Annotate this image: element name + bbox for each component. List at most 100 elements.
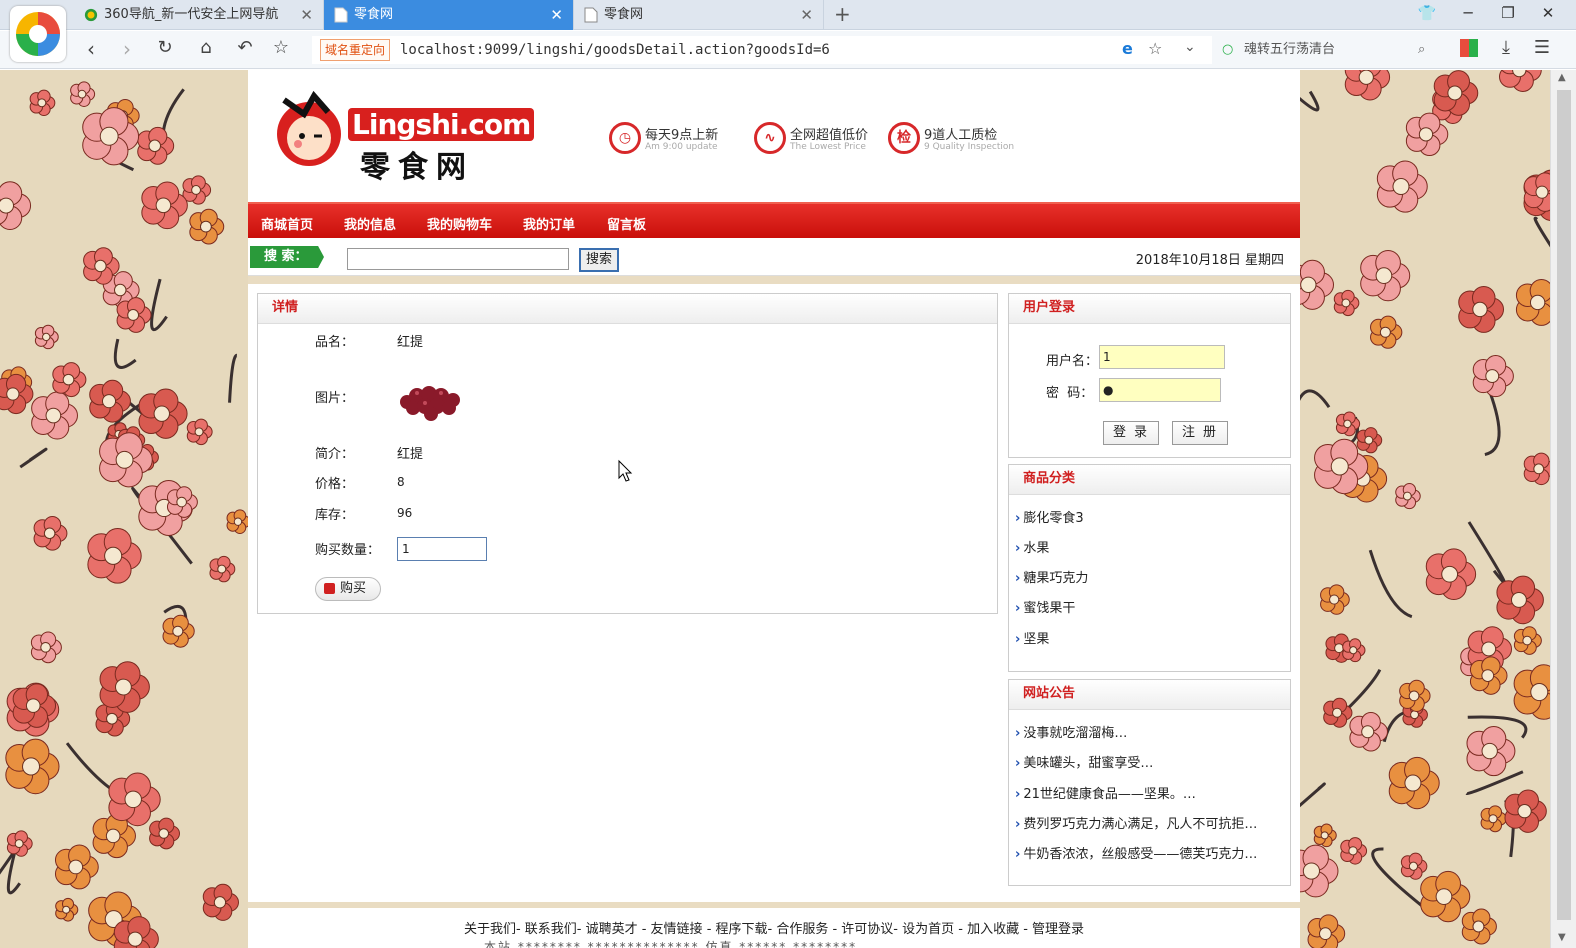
intro-value: 红提 [397, 447, 424, 462]
notice-item[interactable]: 21世纪健康食品——坚果。… [1015, 783, 1196, 802]
plum-blossom-background-left [0, 81, 248, 948]
buy-button[interactable]: 购买 [315, 577, 381, 601]
forward-icon[interactable]: › [114, 37, 140, 61]
intro-label: 简介： [315, 447, 355, 462]
scroll-down-icon[interactable]: ▼ [1558, 932, 1566, 943]
chevron-down-icon[interactable]: ⌄ [1184, 39, 1196, 55]
browser-search[interactable]: ○ 魂转五行荡清台 ⌕ [1218, 36, 1442, 64]
menu-my-info[interactable]: 我的信息 [344, 214, 396, 233]
category-item[interactable]: 膨化零食3 [1015, 507, 1083, 526]
home-icon[interactable]: ⌂ [193, 37, 219, 58]
notice-item[interactable]: 牛奶香浓浓，丝般感受——德芙巧克力… [1015, 843, 1257, 862]
menu-home[interactable]: 商城首页 [261, 214, 313, 233]
panel-title: 用户登录 [1009, 294, 1290, 324]
browser-logo[interactable] [10, 6, 66, 62]
shirt-icon[interactable]: 👕 [1415, 4, 1439, 22]
cart-icon [324, 583, 335, 594]
category-item[interactable]: 水果 [1015, 537, 1049, 556]
apps-icon[interactable] [1460, 39, 1478, 57]
current-date: 2018年10月18日 星期四 [1135, 253, 1284, 268]
redirect-badge[interactable]: 域名重定向 [320, 39, 391, 61]
browser-search-placeholder: 魂转五行荡清台 [1244, 42, 1336, 57]
name-value: 红提 [397, 335, 424, 350]
site-searchbar: 搜 索： 搜索 2018年10月18日 星期四 [248, 238, 1300, 276]
back-icon[interactable]: ‹ [78, 37, 104, 61]
product-image[interactable] [397, 374, 465, 426]
close-icon[interactable]: ✕ [300, 0, 313, 30]
undo-icon[interactable]: ↶ [232, 37, 258, 58]
menu-my-cart[interactable]: 我的购物车 [427, 214, 492, 233]
login-button[interactable]: 登录 [1103, 421, 1159, 445]
category-panel: 商品分类 膨化零食3 水果 糖果巧克力 蜜饯果干 坚果 [1008, 464, 1291, 672]
price-value: 8 [397, 475, 405, 489]
tab-lingshi-active[interactable]: 零食网 ✕ [324, 0, 574, 30]
menu-icon[interactable]: ☰ [1529, 37, 1555, 58]
username-label: 用户名： [1046, 354, 1099, 369]
browser-navbar: ‹ › ↻ ⌂ ↶ ☆ 域名重定向 localhost:9099/lingshi… [0, 31, 1576, 69]
close-icon[interactable]: ✕ [800, 0, 813, 30]
price-down-icon: ∿ [754, 122, 786, 154]
tab-label: 零食网 [604, 7, 644, 22]
page-scrollbar[interactable]: ▲ ▼ [1550, 70, 1576, 948]
search-input[interactable] [347, 248, 569, 270]
buy-button-label: 购买 [340, 581, 367, 596]
mascot-logo-icon[interactable] [264, 82, 354, 172]
product-detail-panel: 详情 品名： 红提 图片： 简介： 红提 价格： 8 库存： 96 购买数量： … [257, 293, 998, 614]
scrollbar-thumb[interactable] [1557, 90, 1571, 920]
tab-360-nav[interactable]: 360导航_新一代安全上网导航 ✕ [74, 0, 324, 30]
ie-icon[interactable]: e [1122, 39, 1133, 58]
search-engine-icon: ○ [1222, 42, 1234, 57]
mouse-cursor-icon [618, 459, 633, 482]
register-button[interactable]: 注册 [1172, 421, 1228, 445]
quantity-label: 购买数量： [315, 543, 381, 558]
close-icon[interactable]: ✕ [550, 0, 563, 30]
tab-label: 360导航_新一代安全上网导航 [104, 7, 279, 22]
star-icon[interactable]: ☆ [268, 37, 294, 58]
password-label: 密 码： [1046, 386, 1094, 401]
notice-item[interactable]: 美味罐头，甜蜜享受… [1015, 752, 1153, 771]
category-item[interactable]: 坚果 [1015, 628, 1049, 647]
footer-copyright: 本站 ******** ************** 仿真 ****** ***… [484, 940, 858, 948]
menu-my-orders[interactable]: 我的订单 [523, 214, 575, 233]
restore-icon[interactable]: ❐ [1496, 4, 1520, 22]
logo-cn[interactable]: 零食网 [360, 142, 474, 186]
url-text[interactable]: localhost:9099/lingshi/goodsDetail.actio… [400, 36, 830, 64]
download-icon[interactable]: ⤓ [1493, 37, 1519, 58]
page-viewport: Lingshi.com 零食网 ◷ 每天9点上新 Am 9:00 update … [0, 70, 1550, 948]
address-bar[interactable]: 域名重定向 localhost:9099/lingshi/goodsDetail… [312, 36, 1212, 64]
category-item[interactable]: 蜜饯果干 [1015, 597, 1075, 616]
scroll-up-icon[interactable]: ▲ [1558, 72, 1566, 83]
minimize-icon[interactable]: ─ [1456, 4, 1480, 22]
tab-lingshi[interactable]: 零食网 ✕ [574, 0, 824, 30]
close-window-icon[interactable]: ✕ [1536, 4, 1560, 22]
panel-title: 网站公告 [1009, 680, 1290, 710]
search-button[interactable]: 搜索 [579, 248, 619, 272]
price-label: 价格： [315, 477, 355, 492]
login-panel: 用户登录 用户名： 1 密 码： ● 登录 注册 [1008, 293, 1291, 458]
inspect-icon: 检 [888, 122, 920, 154]
plum-blossom-background-right [1300, 70, 1550, 948]
quantity-input[interactable]: 1 [397, 537, 487, 561]
stock-label: 库存： [315, 508, 355, 523]
divider [248, 276, 1300, 284]
site-header: Lingshi.com 零食网 ◷ 每天9点上新 Am 9:00 update … [248, 70, 1300, 202]
search-icon[interactable]: ⌕ [1418, 36, 1425, 64]
name-label: 品名： [315, 335, 355, 350]
new-tab-icon[interactable]: + [834, 2, 851, 26]
refresh-icon[interactable]: ↻ [152, 37, 178, 58]
password-input[interactable]: ● [1099, 378, 1221, 402]
notice-item[interactable]: 费列罗巧克力满心满足，凡人不可抗拒… [1015, 813, 1257, 832]
notice-item[interactable]: 没事就吃溜溜梅… [1015, 722, 1127, 741]
menu-message-board[interactable]: 留言板 [607, 214, 646, 233]
notice-panel: 网站公告 没事就吃溜溜梅… 美味罐头，甜蜜享受… 21世纪健康食品——坚果。… … [1008, 679, 1291, 886]
footer-links[interactable]: 关于我们- 联系我们- 诚聘英才 - 友情链接 - 程序下载- 合作服务 - 许… [464, 922, 1084, 937]
page-icon [584, 7, 598, 23]
username-input[interactable]: 1 [1099, 345, 1225, 369]
favorite-icon[interactable]: ☆ [1148, 39, 1162, 58]
stock-value: 96 [397, 506, 413, 520]
logo-text[interactable]: Lingshi.com [348, 108, 535, 141]
panel-title: 商品分类 [1009, 465, 1290, 495]
main-content: 详情 品名： 红提 图片： 简介： 红提 价格： 8 库存： 96 购买数量： … [248, 284, 1300, 902]
browser-logo-icon [16, 12, 60, 56]
category-item[interactable]: 糖果巧克力 [1015, 567, 1088, 586]
